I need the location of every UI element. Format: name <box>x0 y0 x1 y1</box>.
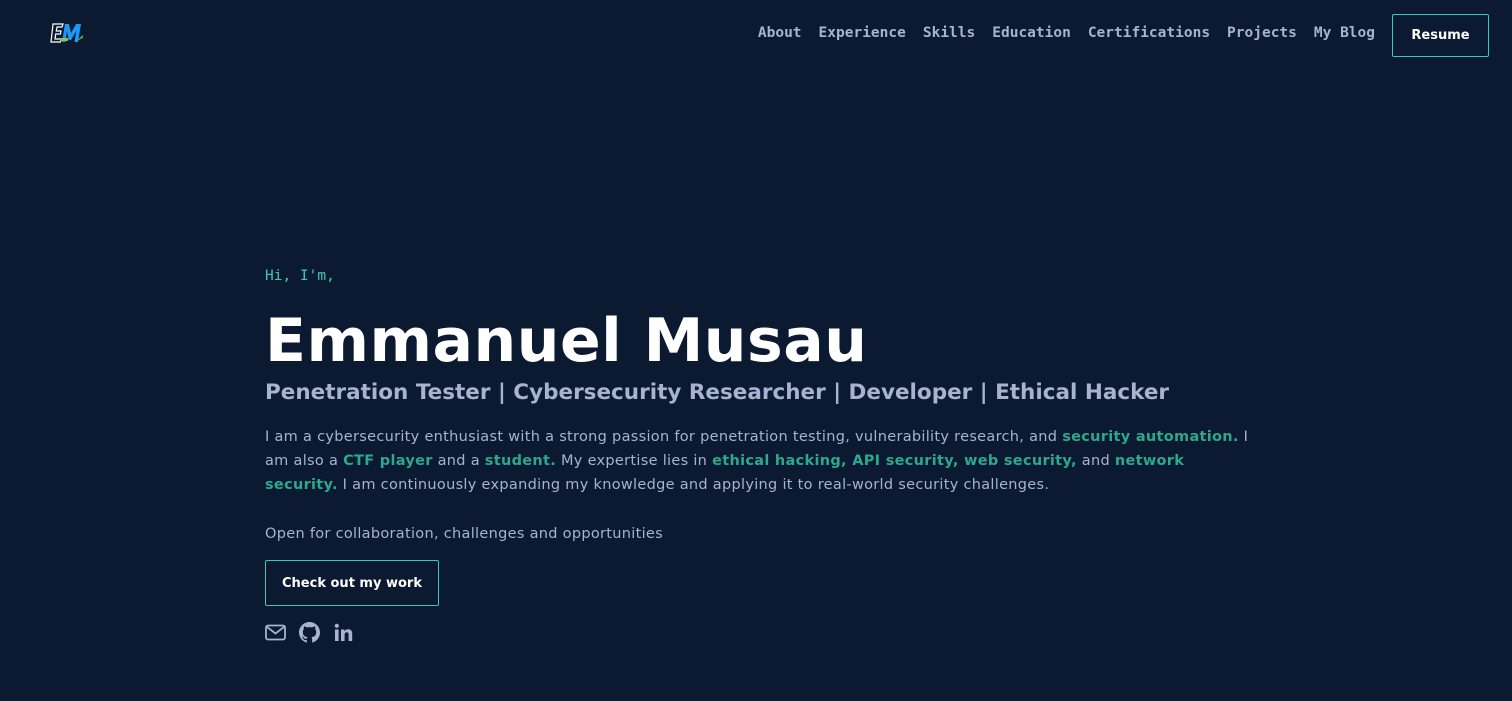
social-links <box>265 622 1255 643</box>
nav-my-blog[interactable]: My Blog <box>1314 25 1375 41</box>
nav-education[interactable]: Education <box>992 25 1071 41</box>
nav-experience[interactable]: Experience <box>819 25 906 41</box>
bio-highlight: student. <box>484 453 557 469</box>
hero-name: Emmanuel Musau <box>265 306 868 376</box>
bio-highlight: CTF player <box>343 453 433 469</box>
linkedin-icon[interactable] <box>333 622 354 643</box>
mail-icon[interactable] <box>265 622 286 643</box>
nav-projects[interactable]: Projects <box>1227 25 1297 41</box>
resume-button[interactable]: Resume <box>1392 14 1489 57</box>
open-for-collaboration-text: Open for collaboration, challenges and o… <box>265 526 663 542</box>
bio-text: I am a cybersecurity enthusiast with a s… <box>265 429 1063 445</box>
github-icon[interactable] <box>299 622 320 643</box>
em-logo-icon[interactable] <box>50 21 84 47</box>
check-out-work-button[interactable]: Check out my work <box>265 560 439 606</box>
greeting-text: Hi, I'm, <box>265 268 335 284</box>
bio-highlight: security automation. <box>1062 429 1239 445</box>
page: About Experience Skills Education Certif… <box>0 0 1512 701</box>
bio-paragraph: I am a cybersecurity enthusiast with a s… <box>265 425 1255 497</box>
bio-text: and a <box>432 453 485 469</box>
bio-text: My expertise lies in <box>556 453 713 469</box>
nav-about[interactable]: About <box>758 25 802 41</box>
hero-subtitle: Penetration Tester | Cybersecurity Resea… <box>265 380 1169 405</box>
hero-section: Hi, I'm, Emmanuel Musau Penetration Test… <box>265 264 1255 643</box>
nav-certifications[interactable]: Certifications <box>1088 25 1210 41</box>
nav-skills[interactable]: Skills <box>923 25 975 41</box>
bio-text: and <box>1076 453 1115 469</box>
bio-text: I am continuously expanding my knowledge… <box>337 477 1050 493</box>
bio-highlight: ethical hacking, API security, web secur… <box>712 453 1077 469</box>
main-nav: About Experience Skills Education Certif… <box>741 25 1375 41</box>
site-header: About Experience Skills Education Certif… <box>0 0 1512 72</box>
